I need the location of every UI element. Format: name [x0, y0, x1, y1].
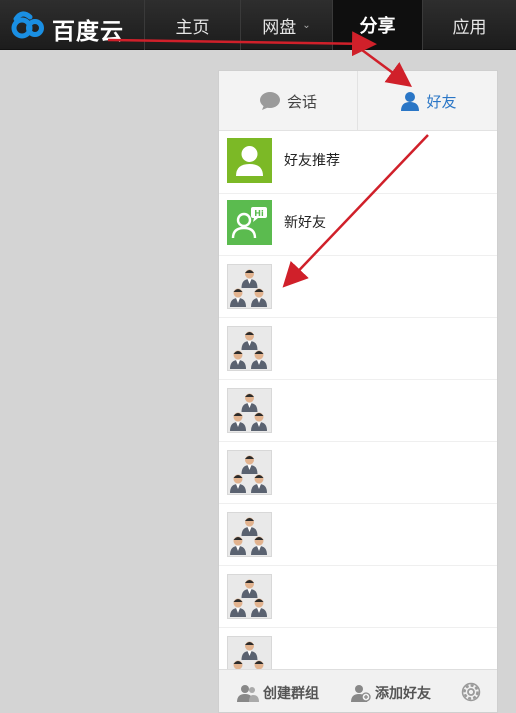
person-icon — [400, 91, 420, 111]
group-avatar-icon — [230, 393, 267, 431]
baidu-cloud-logo[interactable]: 百度云 — [10, 8, 130, 45]
friend-recommend-label: 好友推荐 — [284, 153, 340, 169]
chat-bubble-icon — [259, 91, 281, 111]
new-friend-icon: Hi — [227, 200, 272, 245]
group-avatar-icon — [230, 455, 267, 493]
panel-tabs: 会话 好友 — [219, 71, 497, 131]
nav-share-label: 分享 — [359, 16, 396, 37]
tab-chat-label: 会话 — [286, 92, 317, 111]
friend-recommend-icon — [227, 138, 272, 183]
list-item[interactable] — [219, 256, 497, 318]
nav-home-label: 主页 — [175, 17, 210, 38]
avatar — [227, 512, 272, 557]
tab-chat[interactable]: 会话 — [219, 71, 358, 131]
nav-netdisk-label: 网盘 — [262, 17, 297, 38]
gear-icon[interactable] — [460, 681, 482, 707]
top-nav-bar: 百度云 主页 网盘 ⌄ 分享 应用 — [0, 0, 516, 50]
cloud-logo-icon — [11, 11, 44, 39]
tab-friends[interactable]: 好友 — [359, 71, 497, 131]
add-friend-label: 添加好友 — [375, 685, 431, 702]
avatar — [227, 388, 272, 433]
create-group-label: 创建群组 — [263, 685, 319, 702]
friend-list: 好友推荐 Hi 新好友 — [219, 132, 497, 690]
list-item[interactable] — [219, 380, 497, 442]
new-friend-label: 新好友 — [284, 215, 326, 231]
brand-name: 百度云 — [52, 19, 124, 45]
avatar — [227, 450, 272, 495]
group-avatar-icon — [230, 269, 267, 307]
group-avatar-icon — [230, 517, 267, 555]
svg-text:Hi: Hi — [254, 209, 264, 218]
nav-apps-label: 应用 — [452, 17, 487, 38]
add-friend-button[interactable]: 添加好友 — [351, 670, 431, 712]
list-item-new-friend[interactable]: Hi 新好友 — [219, 194, 497, 256]
nav-netdisk[interactable]: 网盘 ⌄ — [240, 0, 332, 50]
nav-share[interactable]: 分享 — [332, 0, 422, 50]
list-item-friend-recommend[interactable]: 好友推荐 — [219, 132, 497, 194]
avatar — [227, 326, 272, 371]
avatar — [227, 264, 272, 309]
group-avatar-icon — [230, 579, 267, 617]
add-person-icon — [351, 684, 371, 702]
avatar — [227, 574, 272, 619]
create-group-button[interactable]: 创建群组 — [237, 670, 319, 712]
chevron-down-icon: ⌄ — [302, 19, 311, 31]
nav-home[interactable]: 主页 — [144, 0, 240, 50]
list-item[interactable] — [219, 318, 497, 380]
share-friends-panel: 会话 好友 好友推荐 Hi 新好友 创建群组 添加好友 — [218, 70, 498, 713]
tab-friends-label: 好友 — [426, 92, 457, 111]
group-icon — [237, 684, 259, 702]
nav-apps[interactable]: 应用 — [422, 0, 516, 50]
group-avatar-icon — [230, 331, 267, 369]
list-item[interactable] — [219, 504, 497, 566]
list-item[interactable] — [219, 566, 497, 628]
list-item[interactable] — [219, 442, 497, 504]
panel-bottom-bar: 创建群组 添加好友 — [219, 669, 497, 712]
